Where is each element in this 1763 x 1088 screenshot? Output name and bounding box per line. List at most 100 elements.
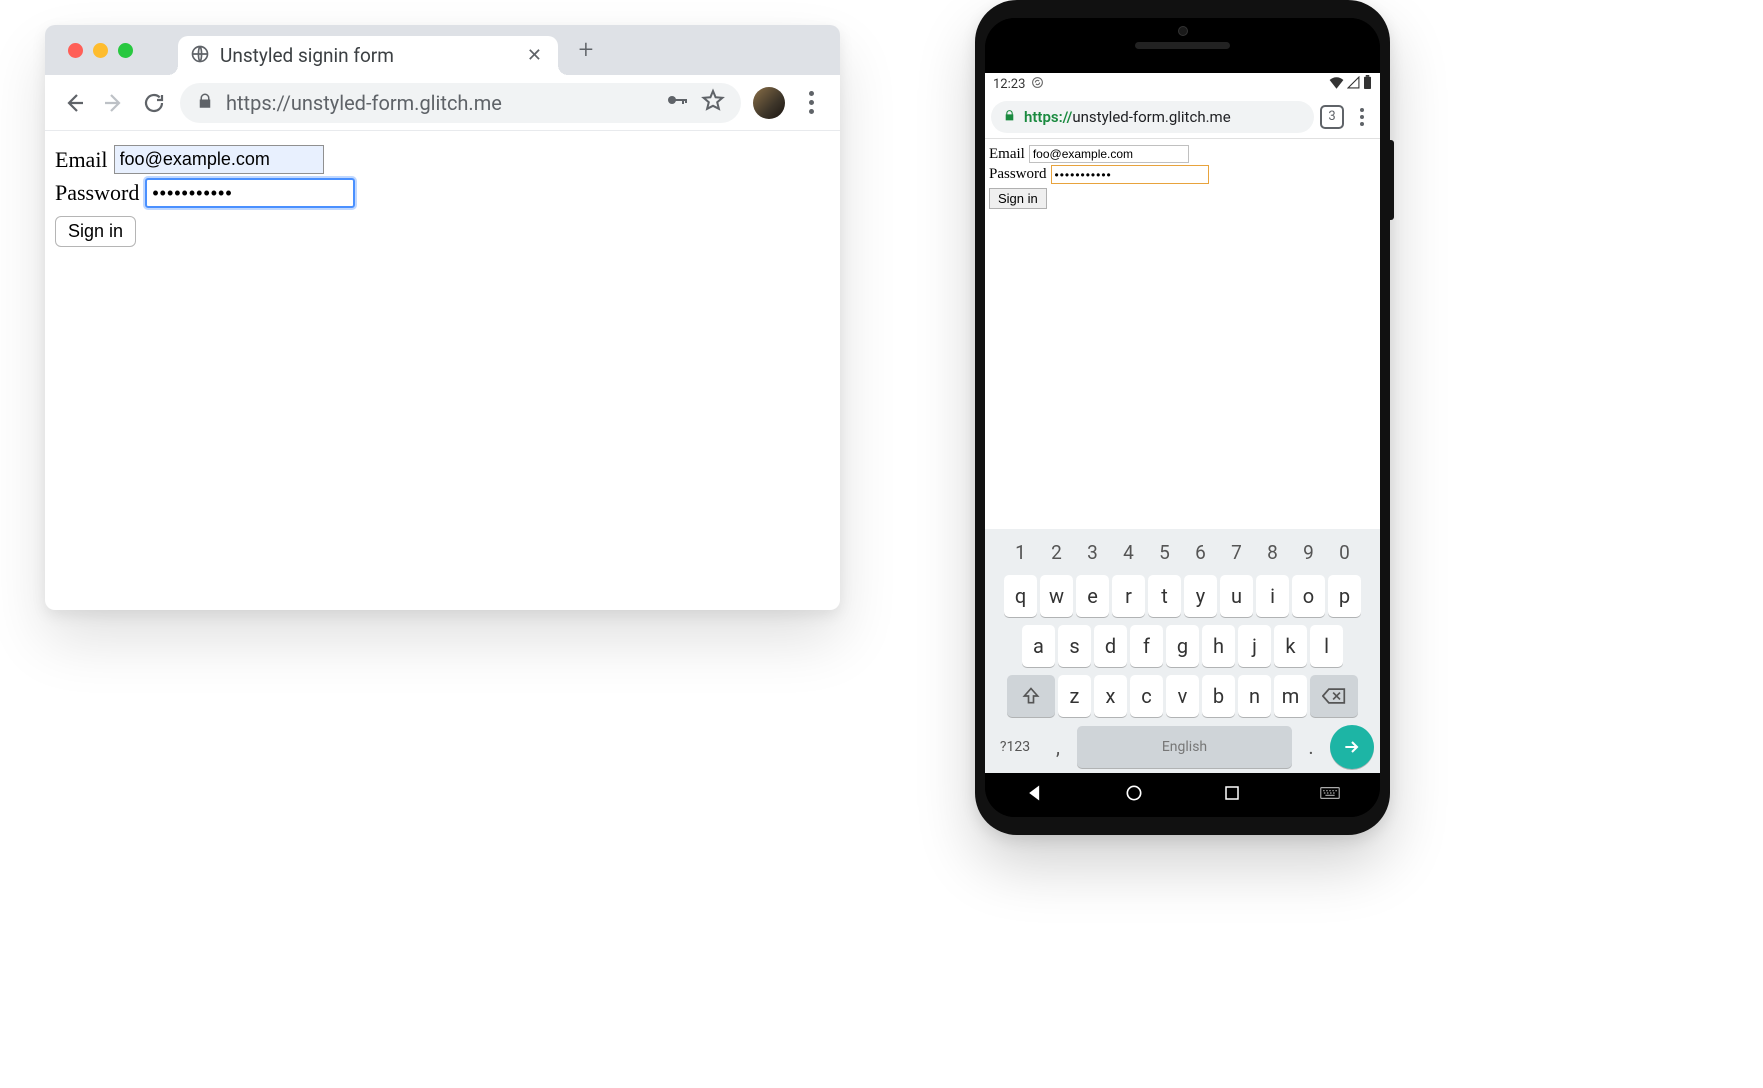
password-label: Password [55,180,139,206]
key-c[interactable]: c [1130,675,1163,717]
key-g[interactable]: g [1166,625,1199,667]
key-x[interactable]: x [1094,675,1127,717]
key-n[interactable]: n [1238,675,1271,717]
mobile-menu-button[interactable] [1350,108,1374,126]
address-bar[interactable]: https://unstyled-form.glitch.me [180,83,741,123]
key-3[interactable]: 3 [1076,537,1109,567]
comma-key[interactable]: , [1043,726,1073,768]
android-back-button[interactable] [1025,783,1045,807]
maximize-window-button[interactable] [118,43,133,58]
mobile-page-content: Email Password Sign in [985,139,1380,529]
shift-key[interactable] [1007,675,1055,717]
key-h[interactable]: h [1202,625,1235,667]
phone-speaker [1135,42,1230,49]
back-button[interactable] [60,89,88,117]
key-m[interactable]: m [1274,675,1307,717]
email-input[interactable] [114,145,324,174]
phone-bezel-top [985,18,1380,73]
period-key[interactable]: . [1296,726,1326,768]
close-tab-button[interactable]: ✕ [523,45,546,66]
key-7[interactable]: 7 [1220,537,1253,567]
key-u[interactable]: u [1220,575,1253,617]
signin-button[interactable]: Sign in [989,188,1047,209]
key-2[interactable]: 2 [1040,537,1073,567]
new-tab-button[interactable]: + [568,32,604,68]
key-icon[interactable] [665,88,689,117]
key-p[interactable]: p [1328,575,1361,617]
key-1[interactable]: 1 [1004,537,1037,567]
forward-button[interactable] [100,89,128,117]
tab-strip: Unstyled signin form ✕ + [45,25,840,75]
backspace-key[interactable] [1310,675,1358,717]
android-recents-button[interactable] [1223,784,1241,806]
signin-button[interactable]: Sign in [55,216,136,247]
keyboard-row-2: asdfghjkl [988,625,1377,667]
key-o[interactable]: o [1292,575,1325,617]
android-status-bar: 12:23 [985,73,1380,95]
front-camera [1178,26,1188,36]
lock-icon [196,91,214,115]
mobile-screen: 12:23 https://unstyled-form.glitch.me [985,18,1380,817]
android-home-button[interactable] [1124,783,1144,807]
globe-icon [190,44,210,68]
profile-avatar[interactable] [753,87,785,119]
lock-icon [1003,108,1016,126]
reload-button[interactable] [140,89,168,117]
key-9[interactable]: 9 [1292,537,1325,567]
password-input[interactable] [145,178,355,208]
key-a[interactable]: a [1022,625,1055,667]
url-scheme: https:// [1024,108,1072,126]
enter-key[interactable] [1330,725,1374,769]
key-5[interactable]: 5 [1148,537,1181,567]
mobile-device-frame: 12:23 https://unstyled-form.glitch.me [975,0,1390,835]
key-k[interactable]: k [1274,625,1307,667]
window-controls [60,25,143,75]
key-z[interactable]: z [1058,675,1091,717]
key-4[interactable]: 4 [1112,537,1145,567]
status-time: 12:23 [993,77,1025,92]
tab-switcher-button[interactable]: 3 [1320,105,1344,129]
mobile-address-bar[interactable]: https://unstyled-form.glitch.me [991,101,1314,133]
url-host: unstyled-form.glitch.me [1072,108,1230,126]
tab-title: Unstyled signin form [220,44,513,67]
key-l[interactable]: l [1310,625,1343,667]
battery-icon [1363,75,1372,93]
spacebar-key[interactable]: English [1077,726,1292,768]
key-v[interactable]: v [1166,675,1199,717]
key-8[interactable]: 8 [1256,537,1289,567]
key-6[interactable]: 6 [1184,537,1217,567]
password-input[interactable] [1051,165,1209,184]
sync-icon [1031,76,1044,93]
url-text: https://unstyled-form.glitch.me [226,91,653,115]
email-input[interactable] [1029,145,1189,163]
key-r[interactable]: r [1112,575,1145,617]
key-f[interactable]: f [1130,625,1163,667]
email-label: Email [989,146,1025,163]
key-q[interactable]: q [1004,575,1037,617]
key-b[interactable]: b [1202,675,1235,717]
symbols-key[interactable]: ?123 [991,726,1039,768]
keyboard-row-1: qwertyuiop [988,575,1377,617]
close-window-button[interactable] [68,43,83,58]
browser-menu-button[interactable] [797,91,825,114]
password-label: Password [989,166,1047,183]
key-s[interactable]: s [1058,625,1091,667]
signal-icon [1347,76,1360,93]
android-keyboard: 1234567890 qwertyuiop asdfghjkl zxcvbnm … [985,529,1380,773]
key-w[interactable]: w [1040,575,1073,617]
key-y[interactable]: y [1184,575,1217,617]
mobile-browser-toolbar: https://unstyled-form.glitch.me 3 [985,95,1380,139]
key-0[interactable]: 0 [1328,537,1361,567]
star-icon[interactable] [701,88,725,117]
key-j[interactable]: j [1238,625,1271,667]
minimize-window-button[interactable] [93,43,108,58]
keyboard-switcher-icon[interactable] [1320,786,1340,804]
key-t[interactable]: t [1148,575,1181,617]
key-i[interactable]: i [1256,575,1289,617]
keyboard-bottom-row: ?123 , English . [988,725,1377,769]
wifi-icon [1329,76,1344,93]
key-e[interactable]: e [1076,575,1109,617]
key-d[interactable]: d [1094,625,1127,667]
desktop-chrome-window: Unstyled signin form ✕ + https://unstyle… [45,25,840,610]
browser-tab[interactable]: Unstyled signin form ✕ [178,36,558,75]
